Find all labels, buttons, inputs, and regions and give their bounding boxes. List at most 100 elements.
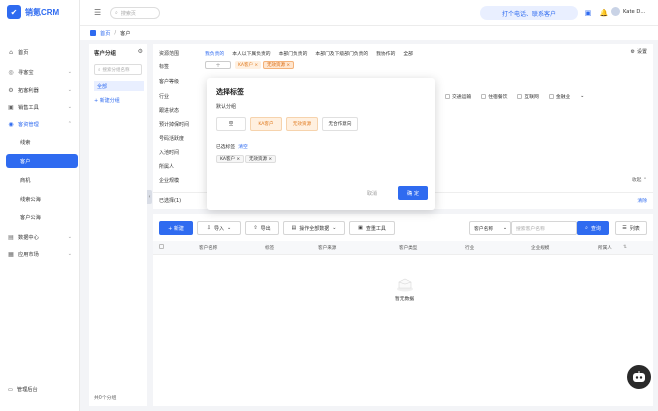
operate-icon: ▤: [291, 225, 297, 231]
nav-item-customer-mgmt[interactable]: ◉ 客资管理 ⌃: [0, 118, 80, 130]
industry-checkbox[interactable]: 交通运输: [445, 93, 471, 100]
operate-label: 操作全部数据: [299, 225, 330, 232]
sub-item-lead-pool[interactable]: 线索公海: [6, 192, 78, 206]
modal-title: 选择标签: [216, 88, 244, 96]
filter-label-activity: 号码活跃度: [159, 136, 185, 142]
briefcase-icon: ▣: [8, 103, 14, 111]
add-tag-button[interactable]: +: [205, 61, 231, 69]
chevron-down-icon: ⌄: [502, 225, 507, 231]
customer-group-panel: 客户分组 ⚙ ⌕ 搜索分组名称 全部 + 新建分组 共0个分组: [89, 44, 147, 406]
page-search[interactable]: ⌕ 搜索页: [110, 7, 160, 19]
call-customer-button[interactable]: 打个电话、联系客户: [480, 6, 578, 20]
column-header[interactable]: 所属人: [598, 245, 612, 251]
breadcrumb-home[interactable]: 首页: [100, 30, 110, 37]
tag-option-no-intent[interactable]: 无合作意向: [322, 117, 358, 131]
grid-icon: ▦: [8, 250, 14, 258]
industry-checkbox[interactable]: 互联网: [517, 93, 539, 100]
nav-item-app-market[interactable]: ▦ 应用市场 ⌄: [0, 248, 80, 260]
scope-tabs: 我负责的 本人以下属负责的 本部门负责的 本部门及下级部门负责的 我协作的 全部: [205, 50, 413, 57]
columns-label: 列表: [629, 225, 640, 232]
nav-item-data-center[interactable]: ▤ 数据中心 ⌄: [0, 231, 80, 243]
filter-label-expire: 预计掉保时间: [159, 122, 190, 128]
tag-option-ka[interactable]: KA客户: [250, 117, 282, 131]
home-icon: ⌂: [9, 48, 13, 56]
import-button[interactable]: ⇩ 导入 ⌄: [197, 221, 241, 235]
tag-option-invalid[interactable]: 无效资源: [286, 117, 318, 131]
logo[interactable]: ✔ 销氪CRM: [7, 4, 59, 20]
cancel-button[interactable]: 取消: [367, 190, 377, 197]
modal-group-label: 默认分组: [216, 104, 237, 110]
sort-icon[interactable]: ⇅: [623, 245, 627, 250]
nav-item-home[interactable]: ⌂ 首页: [0, 46, 80, 58]
selected-chip-ka[interactable]: KA客户 ×: [216, 155, 245, 163]
column-header: 标签: [265, 246, 275, 251]
nav-item-xunkebao[interactable]: ◎ 寻客宝 ⌄: [0, 66, 80, 78]
column-header: 客户类型: [399, 246, 418, 251]
tag-option-empty[interactable]: 空: [216, 117, 246, 131]
settings-label: 设置: [636, 49, 647, 55]
filter-settings[interactable]: ⚙ 设置: [631, 48, 648, 56]
column-header: 企业规模: [531, 246, 550, 251]
clear-filter-button[interactable]: 清除: [637, 197, 647, 204]
scope-tab[interactable]: 本部门负责的: [279, 50, 308, 57]
group-count: 共0个分组: [94, 396, 117, 401]
operate-all-button[interactable]: ▤ 操作全部数据 ⌄: [283, 221, 345, 235]
panel-collapse-handle[interactable]: ‹: [147, 190, 152, 204]
confirm-button[interactable]: 确 定: [398, 186, 428, 200]
assistant-button[interactable]: [627, 365, 651, 389]
task-icon[interactable]: ▣: [584, 8, 592, 17]
filter-label-owner: 所属人: [159, 164, 175, 170]
scope-tab[interactable]: 本人以下属负责的: [232, 50, 270, 57]
new-customer-button[interactable]: + 新建: [159, 221, 193, 235]
search-field-select[interactable]: 客户名称 ⌄: [469, 221, 511, 235]
bell-icon[interactable]: 🔔: [600, 8, 609, 17]
import-label: 导入: [213, 225, 224, 232]
selected-tags-text: 已选标签: [216, 145, 236, 150]
sub-item-opportunities[interactable]: 商机: [6, 173, 78, 187]
scope-tab[interactable]: 我负责的: [205, 50, 224, 57]
group-search-input[interactable]: ⌕ 搜索分组名称: [94, 64, 142, 75]
dedup-tool-button[interactable]: ▣ 查重工具: [349, 221, 395, 235]
dedup-icon: ▣: [358, 225, 363, 231]
selected-chip-invalid[interactable]: 无效资源 ×: [245, 155, 277, 163]
more-dropdown[interactable]: ⌄: [580, 93, 584, 100]
group-all[interactable]: 全部: [94, 81, 144, 91]
filter-label-tag: 标签: [159, 64, 170, 70]
nav-item-tuoke[interactable]: ⚙ 拓客利器 ⌄: [0, 84, 80, 96]
search-icon: ⌕: [98, 67, 101, 73]
nav-label: 首页: [18, 49, 29, 56]
scope-tab[interactable]: 我协作的: [376, 50, 395, 57]
empty-text: 暂无数据: [395, 297, 415, 302]
collapse-label: 收起: [631, 178, 642, 183]
export-button[interactable]: ⇧ 导出: [245, 221, 279, 235]
breadcrumb-current: 客户: [120, 30, 131, 37]
management-link[interactable]: ▭ 管理后台: [8, 386, 38, 394]
chevron-up-icon: ⌃: [642, 178, 647, 183]
user-menu[interactable]: Kate D...: [611, 7, 645, 16]
gear-icon[interactable]: ⚙: [138, 48, 143, 55]
new-group-button[interactable]: + 新建分组: [94, 97, 120, 104]
collapse-filter-button[interactable]: 收起 ⌃: [632, 176, 647, 183]
filter-label-scale: 企业规模: [159, 178, 180, 184]
customer-search-input[interactable]: 搜索客户名称: [511, 221, 577, 235]
clear-tags-button[interactable]: 清空: [238, 145, 248, 150]
tag-chip-invalid[interactable]: 无效资源 ×: [263, 61, 295, 69]
sub-item-leads[interactable]: 线索: [6, 135, 78, 149]
tag-chip-ka[interactable]: KA客户 ×: [235, 61, 262, 69]
industry-checkbox[interactable]: 金融业: [548, 93, 571, 100]
menu-toggle-icon[interactable]: ☰: [94, 8, 101, 17]
breadcrumb-sep: /: [114, 30, 117, 36]
industry-checkbox[interactable]: 住宿餐饮: [481, 93, 507, 100]
sub-item-customers[interactable]: 客户: [6, 154, 78, 168]
scope-tab[interactable]: 本部门及下级部门负责的: [315, 50, 368, 57]
columns-button[interactable]: ☰ 列表: [615, 221, 647, 235]
sub-item-customer-pool[interactable]: 客户公海: [6, 210, 78, 224]
checkbox-icon: [517, 94, 523, 99]
table-header: 客户名称 标签 客户来源 客户类型 行业 企业规模 所属人 ⇅: [153, 241, 653, 255]
query-button[interactable]: ⌕ 查询: [577, 221, 609, 235]
checkbox-label: 金融业: [555, 95, 571, 100]
dedup-label: 查重工具: [365, 225, 386, 232]
select-all-checkbox[interactable]: [159, 244, 164, 249]
scope-tab[interactable]: 全部: [403, 50, 413, 57]
nav-item-sales-tools[interactable]: ▣ 销售工具 ⌄: [0, 101, 80, 113]
